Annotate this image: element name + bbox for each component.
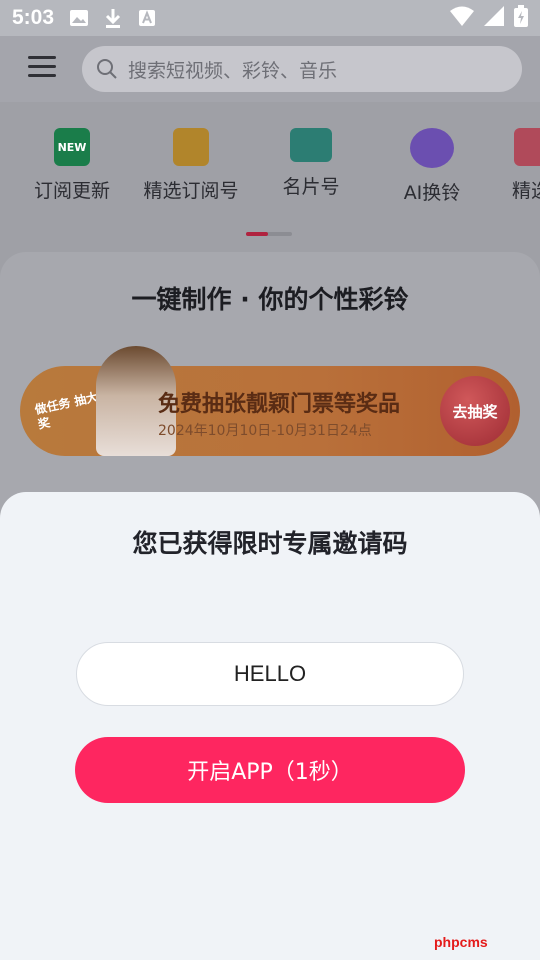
shortcut-row: NEW 订阅更新 精选订阅号 名片号 AI换铃 精选 bbox=[0, 122, 540, 222]
status-time: 5:03 bbox=[12, 6, 55, 29]
draw-button[interactable]: 去抽奖 bbox=[440, 376, 510, 446]
search-input[interactable]: 搜索短视频、彩铃、音乐 bbox=[82, 46, 522, 92]
app-header: 搜索短视频、彩铃、音乐 bbox=[0, 36, 540, 102]
ringtone-card: 一键制作 · 你的个性彩铃 做任务 抽大奖 免费抽张靓颖门票等奖品 2024年1… bbox=[0, 252, 540, 512]
search-placeholder: 搜索短视频、彩铃、音乐 bbox=[128, 59, 338, 82]
shortcut-ai-ringtone[interactable]: AI换铃 bbox=[372, 122, 492, 205]
star-badge-icon bbox=[173, 128, 209, 166]
banner-date: 2024年10月10日-10月31日24点 bbox=[158, 423, 372, 439]
open-app-button[interactable]: 开启APP（1秒） bbox=[75, 737, 465, 803]
shortcut-subscribe-updates[interactable]: NEW 订阅更新 bbox=[12, 122, 132, 203]
new-icon: NEW bbox=[54, 128, 90, 166]
a-icon bbox=[136, 7, 158, 29]
wifi-icon bbox=[450, 6, 474, 30]
shortcut-label: AI换铃 bbox=[403, 182, 461, 204]
card-icon bbox=[290, 128, 332, 162]
shortcut-business-card[interactable]: 名片号 bbox=[251, 122, 371, 199]
shortcut-label: 精选 bbox=[512, 180, 540, 202]
watermark: phpcms bbox=[434, 934, 488, 950]
sheet-title: 您已获得限时专属邀请码 bbox=[132, 529, 408, 558]
shortcut-label: 名片号 bbox=[282, 176, 340, 198]
download-icon bbox=[102, 7, 124, 29]
signal-icon bbox=[484, 6, 504, 30]
page-indicator bbox=[246, 232, 292, 236]
invite-code-field: HELLO bbox=[76, 642, 464, 706]
battery-icon bbox=[514, 5, 528, 31]
shortcut-label: 订阅更新 bbox=[33, 180, 110, 202]
banner-title: 免费抽张靓颖门票等奖品 bbox=[158, 392, 401, 417]
lottery-banner[interactable]: 做任务 抽大奖 免费抽张靓颖门票等奖品 2024年10月10日-10月31日24… bbox=[20, 346, 520, 456]
ai-headphone-icon bbox=[410, 128, 454, 168]
invite-code-sheet: 您已获得限时专属邀请码 HELLO 开启APP（1秒） bbox=[0, 492, 540, 960]
banner-tag: 做任务 抽大奖 bbox=[33, 389, 100, 432]
shortcut-label: 精选订阅号 bbox=[143, 180, 239, 202]
status-bar: 5:03 bbox=[0, 0, 540, 36]
image-icon bbox=[68, 7, 90, 29]
shortcut-featured-subscriptions[interactable]: 精选订阅号 bbox=[131, 122, 251, 203]
search-icon bbox=[97, 59, 117, 79]
shortcut-featured[interactable]: 精选 bbox=[492, 122, 540, 203]
menu-icon[interactable] bbox=[28, 56, 56, 80]
card-title: 一键制作 · 你的个性彩铃 bbox=[131, 285, 409, 314]
heart-icon bbox=[514, 128, 540, 166]
